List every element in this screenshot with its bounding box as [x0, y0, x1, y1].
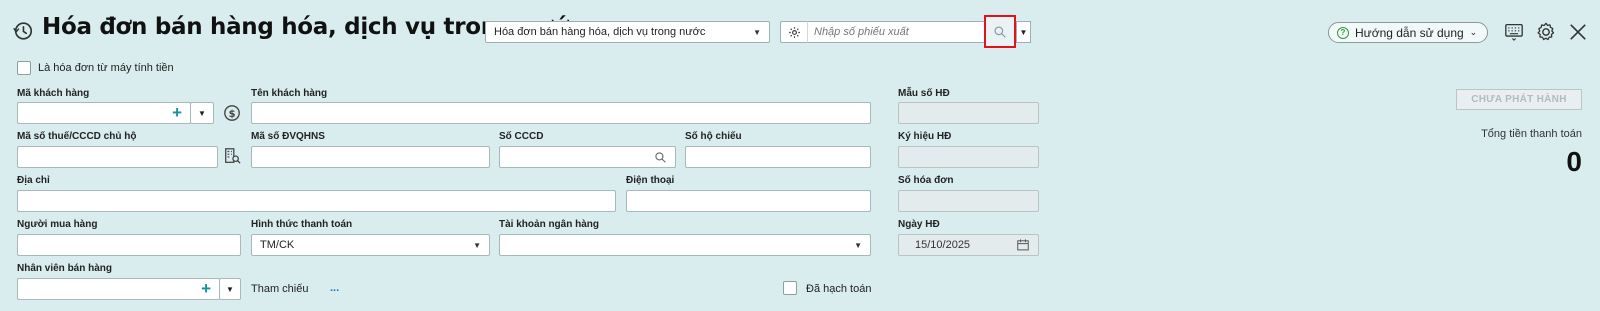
tax-lookup-button[interactable]	[222, 146, 242, 166]
status-badge: CHƯA PHÁT HÀNH	[1456, 89, 1582, 110]
svg-text:$: $	[229, 109, 236, 120]
salesperson-label: Nhân viên bán hàng	[17, 263, 113, 274]
keyboard-icon	[1505, 23, 1523, 41]
close-button[interactable]	[1566, 20, 1590, 44]
posted-checkbox[interactable]	[783, 281, 797, 295]
keyboard-shortcut-button[interactable]	[1502, 21, 1526, 43]
phone-label: Điện thoại	[626, 175, 675, 186]
help-label: Hướng dẫn sử dụng	[1355, 25, 1464, 40]
invoice-date-label: Ngày HĐ	[898, 219, 940, 230]
bank-account-label: Tài khoản ngân hàng	[499, 219, 600, 230]
close-icon	[1570, 24, 1586, 40]
payment-method-value: TM/CK	[260, 239, 295, 251]
invoice-number-label: Số hóa đơn	[898, 175, 954, 186]
template-input	[898, 102, 1039, 124]
symbol-input	[898, 146, 1039, 168]
total-payment-value: 0	[1566, 146, 1582, 177]
passport-input[interactable]	[685, 146, 871, 168]
reference-link[interactable]: ...	[330, 282, 339, 294]
chevron-down-icon: ⌄	[1469, 27, 1478, 37]
template-label: Mẫu số HĐ	[898, 88, 950, 99]
salesperson-input[interactable]: +	[17, 278, 220, 300]
chevron-down-icon: ▼	[473, 240, 481, 250]
budget-code-input[interactable]	[251, 146, 490, 168]
invoice-date-input[interactable]: 15/10/2025	[898, 234, 1039, 256]
cash-register-label: Là hóa đơn từ máy tính tiền	[38, 62, 174, 74]
invoice-type-value: Hóa đơn bán hàng hóa, dịch vụ trong nước	[494, 26, 706, 38]
calendar-icon[interactable]	[1016, 238, 1030, 252]
lookup-icon	[225, 148, 241, 164]
chevron-down-icon: ▼	[198, 108, 206, 118]
budget-code-label: Mã số ĐVQHNS	[251, 131, 325, 142]
chevron-down-icon: ▼	[753, 27, 761, 37]
address-input[interactable]	[17, 190, 616, 212]
customer-name-input[interactable]	[251, 102, 871, 124]
buyer-label: Người mua hàng	[17, 219, 98, 230]
phone-input[interactable]	[626, 190, 871, 212]
bank-account-select[interactable]: ▼	[499, 234, 871, 256]
currency-button[interactable]: $	[222, 103, 242, 123]
chevron-down-icon: ▼	[854, 240, 862, 250]
customer-code-dropdown[interactable]: ▼	[190, 102, 214, 124]
settings-button[interactable]	[1534, 20, 1558, 44]
search-button[interactable]	[984, 15, 1016, 48]
settings-icon	[1537, 22, 1555, 41]
salesperson-dropdown[interactable]: ▼	[219, 278, 241, 300]
customer-code-label: Mã khách hàng	[17, 88, 90, 99]
search-doc-input[interactable]	[807, 21, 987, 43]
plus-icon[interactable]: +	[201, 279, 211, 299]
posted-label: Đã hạch toán	[806, 283, 872, 295]
total-payment-label: Tổng tiền thanh toán	[1481, 128, 1582, 140]
invoice-type-select[interactable]: Hóa đơn bán hàng hóa, dịch vụ trong nước…	[485, 21, 770, 43]
invoice-number-input	[898, 190, 1039, 212]
customer-name-label: Tên khách hàng	[251, 88, 328, 99]
reference-label: Tham chiếu	[251, 283, 309, 295]
id-card-input[interactable]	[499, 146, 676, 168]
dollar-icon: $	[224, 105, 240, 121]
tax-code-input[interactable]	[17, 146, 218, 168]
search-settings-button[interactable]	[780, 21, 808, 43]
passport-label: Số hộ chiếu	[685, 131, 742, 142]
search-dropdown-button[interactable]: ▼	[1016, 21, 1031, 43]
cash-register-checkbox[interactable]	[17, 61, 31, 75]
id-card-label: Số CCCD	[499, 131, 544, 142]
plus-icon[interactable]: +	[172, 103, 182, 123]
symbol-label: Ký hiệu HĐ	[898, 131, 952, 142]
chevron-down-icon: ▼	[1019, 27, 1028, 37]
address-label: Địa chỉ	[17, 175, 50, 186]
gear-icon	[789, 26, 800, 38]
customer-code-input[interactable]: +	[17, 102, 191, 124]
help-icon: ?	[1337, 26, 1349, 39]
invoice-date-value: 15/10/2025	[915, 239, 971, 251]
help-button[interactable]: ? Hướng dẫn sử dụng ⌄	[1328, 22, 1488, 43]
buyer-input[interactable]	[17, 234, 241, 256]
history-icon[interactable]	[12, 20, 34, 42]
search-icon	[994, 25, 1006, 38]
tax-code-label: Mã số thuế/CCCD chủ hộ	[17, 131, 137, 142]
payment-method-label: Hình thức thanh toán	[251, 219, 353, 230]
search-icon[interactable]	[654, 151, 667, 164]
payment-method-select[interactable]: TM/CK ▼	[251, 234, 490, 256]
chevron-down-icon: ▼	[226, 284, 234, 294]
